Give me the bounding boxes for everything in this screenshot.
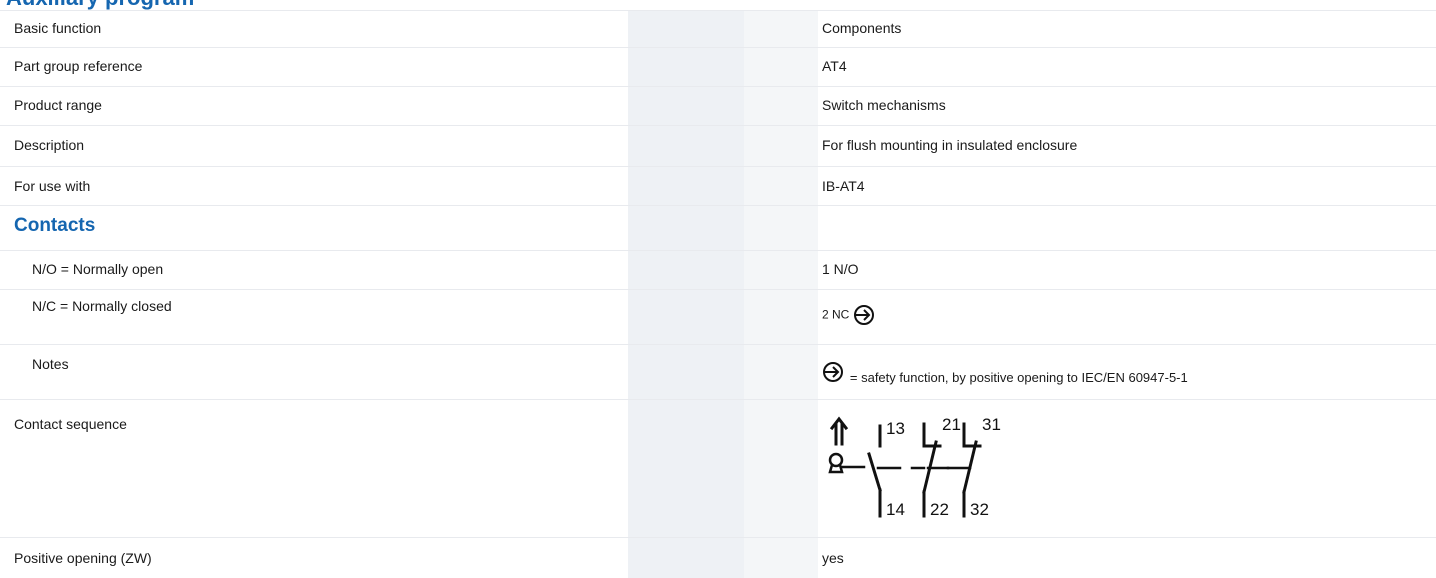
terminal-label: 31 (982, 415, 1001, 434)
row-value: For flush mounting in insulated enclosur… (822, 137, 1078, 153)
row-value: AT4 (822, 58, 847, 74)
section-title: Contacts (14, 215, 96, 236)
spec-table: Basic function Components Part group ref… (0, 10, 1436, 578)
row-value: IB-AT4 (822, 178, 865, 194)
terminal-label: 32 (970, 500, 989, 519)
spec-row-for-use-with: For use with IB-AT4 (0, 166, 1436, 205)
row-label: Positive opening (ZW) (14, 550, 152, 566)
spec-row-product-range: Product range Switch mechanisms (0, 86, 1436, 125)
spec-row-positive-opening: Positive opening (ZW) yes (0, 537, 1436, 578)
spec-row-description: Description For flush mounting in insula… (0, 125, 1436, 166)
spec-row-notes: Notes = safety function, by positive ope… (0, 344, 1436, 399)
row-label: Part group reference (14, 58, 143, 74)
contact-sequence-diagram: 13 21 31 14 22 32 (828, 415, 1001, 519)
row-label: N/O = Normally open (32, 261, 164, 277)
positive-opening-icon (854, 305, 875, 325)
row-value: = safety function, by positive opening t… (822, 361, 1188, 385)
row-label: Description (14, 137, 85, 153)
page-title: Auxiliary program (6, 0, 194, 10)
spec-row-part-group: Part group reference AT4 (0, 47, 1436, 86)
row-value: 1 N/O (822, 261, 859, 277)
spec-row-contact-sequence: Contact sequence 13 21 31 14 22 32 (0, 399, 1436, 537)
row-value: yes (822, 550, 844, 566)
row-value: Components (822, 20, 902, 36)
nc-value: 2 NC (822, 307, 850, 322)
row-value: Switch mechanisms (822, 97, 946, 113)
terminal-label: 22 (930, 500, 949, 519)
row-label: Notes (32, 356, 69, 372)
row-label: N/C = Normally closed (32, 298, 172, 314)
terminal-label: 14 (886, 500, 905, 519)
terminal-label: 21 (942, 415, 961, 434)
row-value: 2 NC (822, 304, 875, 326)
row-label: Product range (14, 97, 102, 113)
row-label: Contact sequence (14, 416, 127, 432)
terminal-label: 13 (886, 419, 905, 438)
row-label: For use with (14, 178, 91, 194)
spec-row-normally-open: N/O = Normally open 1 N/O (0, 250, 1436, 289)
spec-row-basic-function: Basic function Components (0, 10, 1436, 47)
section-contacts: Contacts (0, 205, 1436, 250)
row-label: Basic function (14, 20, 102, 36)
spec-row-normally-closed: N/C = Normally closed 2 NC (0, 289, 1436, 344)
positive-opening-icon (823, 362, 843, 382)
notes-text: = safety function, by positive opening t… (849, 369, 1188, 385)
